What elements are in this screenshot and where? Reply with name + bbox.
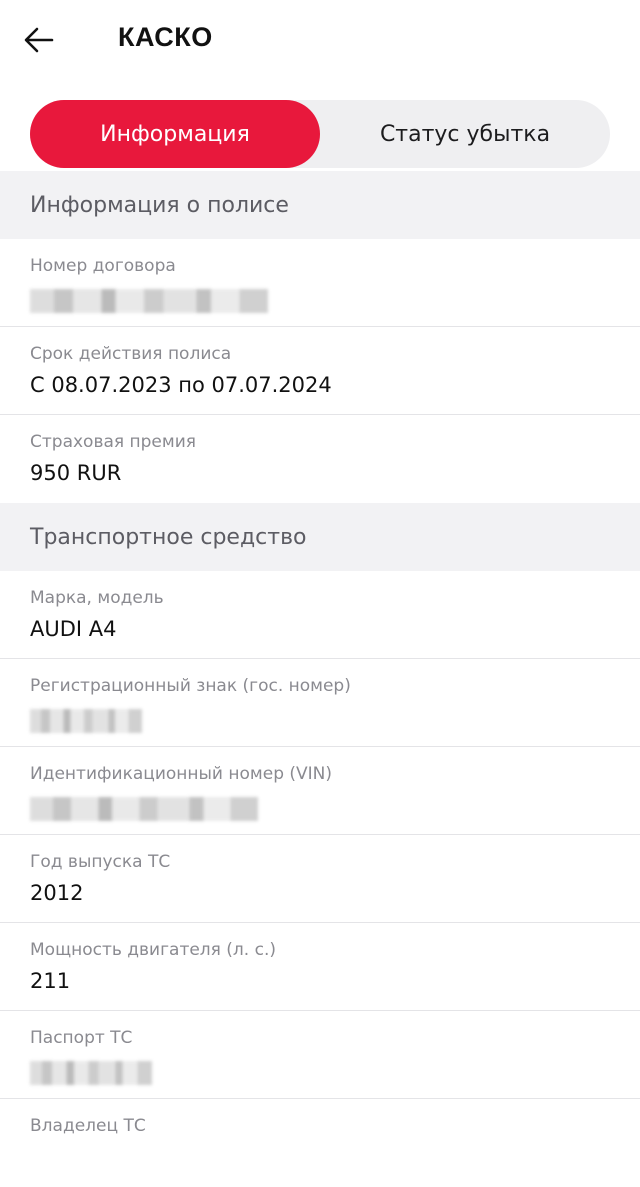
row-make-model: Марка, модель AUDI A4 bbox=[0, 571, 640, 659]
redacted-passport bbox=[30, 1061, 152, 1085]
row-policy-period: Срок действия полиса С 08.07.2023 по 07.… bbox=[0, 327, 640, 415]
row-engine-power: Мощность двигателя (л. с.) 211 bbox=[0, 923, 640, 1011]
vehicle-owner-label: Владелец ТС bbox=[30, 1116, 146, 1136]
policy-period-label: Срок действия полиса bbox=[30, 344, 232, 364]
vin-label: Идентификационный номер (VIN) bbox=[30, 764, 333, 784]
premium-value: 950 RUR bbox=[30, 461, 122, 485]
redacted-contract-number bbox=[30, 289, 268, 313]
redacted-vin bbox=[30, 797, 258, 821]
year-value: 2012 bbox=[30, 881, 84, 905]
back-button[interactable] bbox=[24, 20, 68, 60]
make-model-value: AUDI A4 bbox=[30, 617, 117, 641]
tab-claim-status[interactable]: Статус убытка bbox=[320, 100, 610, 168]
row-vehicle-passport: Паспорт ТС bbox=[0, 1011, 640, 1099]
section-header-policy: Информация о полисе bbox=[0, 171, 640, 239]
policy-period-value: С 08.07.2023 по 07.07.2024 bbox=[30, 373, 332, 397]
row-vehicle-owner: Владелец ТС bbox=[0, 1099, 640, 1187]
row-registration-plate: Регистрационный знак (гос. номер) bbox=[0, 659, 640, 747]
top-bar: КАСКО bbox=[0, 0, 640, 82]
page-title: КАСКО bbox=[118, 22, 213, 52]
tab-information[interactable]: Информация bbox=[30, 100, 320, 168]
contract-number-label: Номер договора bbox=[30, 256, 176, 276]
row-year: Год выпуска ТС 2012 bbox=[0, 835, 640, 923]
row-contract-number: Номер договора bbox=[0, 239, 640, 327]
row-vin: Идентификационный номер (VIN) bbox=[0, 747, 640, 835]
engine-power-label: Мощность двигателя (л. с.) bbox=[30, 940, 276, 960]
premium-label: Страховая премия bbox=[30, 432, 196, 452]
year-label: Год выпуска ТС bbox=[30, 852, 171, 872]
make-model-label: Марка, модель bbox=[30, 588, 164, 608]
vehicle-passport-label: Паспорт ТС bbox=[30, 1028, 133, 1048]
engine-power-value: 211 bbox=[30, 969, 71, 993]
policy-details: Информация о полисе Номер договора Срок … bbox=[0, 171, 640, 1187]
row-insurance-premium: Страховая премия 950 RUR bbox=[0, 415, 640, 503]
plate-label: Регистрационный знак (гос. номер) bbox=[30, 676, 351, 696]
section-header-vehicle: Транспортное средство bbox=[0, 503, 640, 571]
redacted-plate bbox=[30, 709, 142, 733]
tab-switcher: Информация Статус убытка bbox=[30, 100, 610, 168]
arrow-left-icon bbox=[24, 27, 54, 53]
